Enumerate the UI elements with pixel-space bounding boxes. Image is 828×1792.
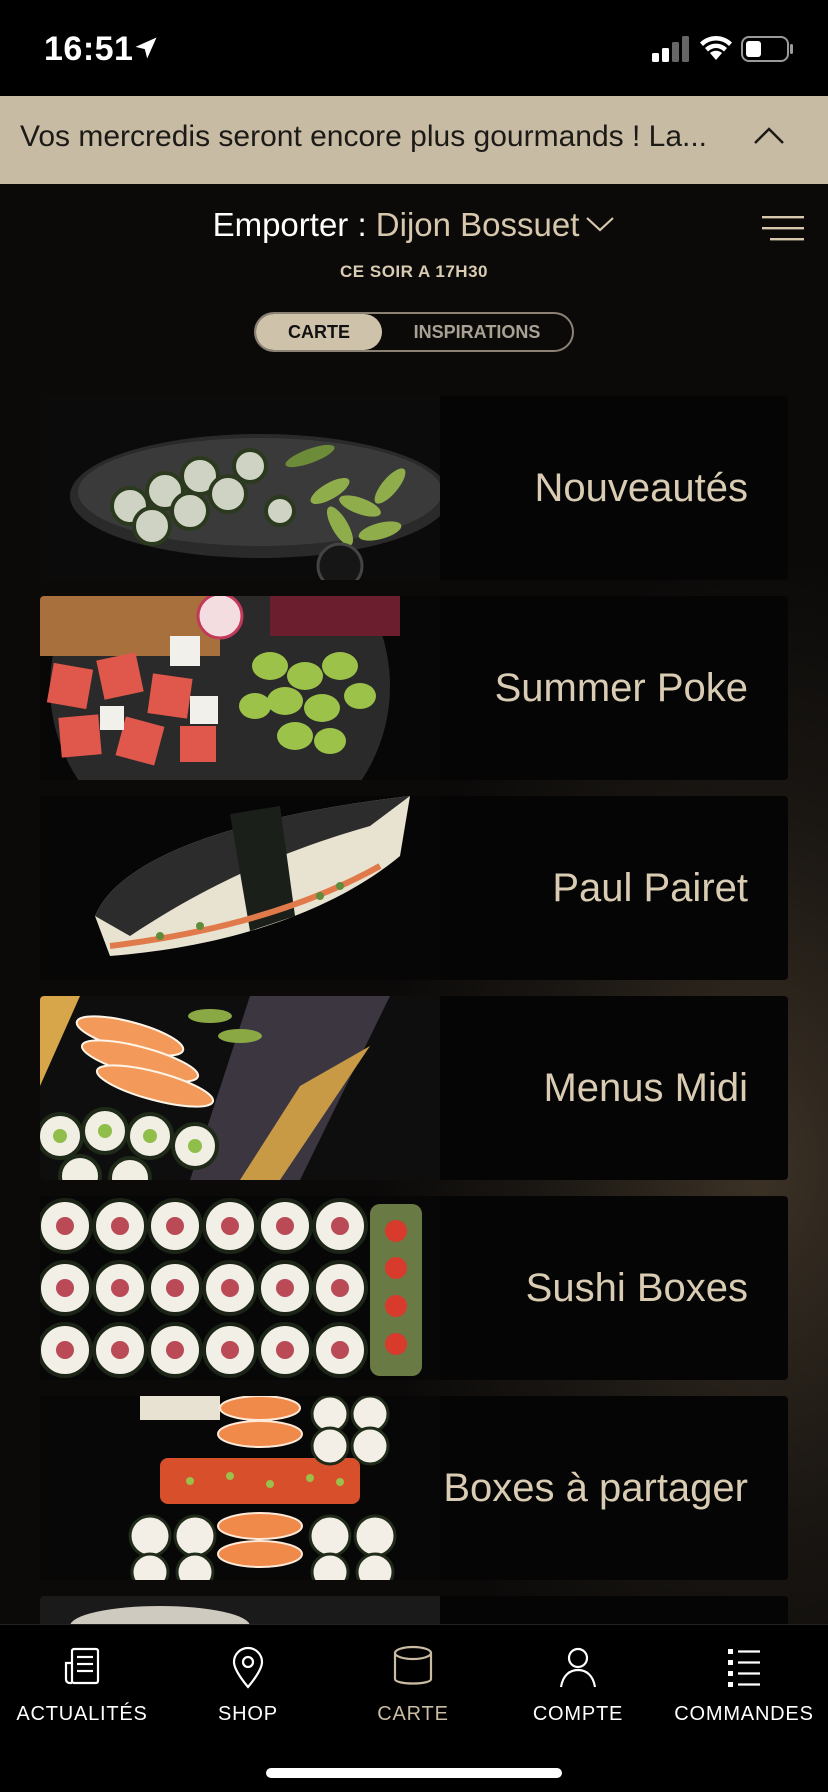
hamburger-menu-icon[interactable] xyxy=(762,214,804,242)
tab-actualites[interactable]: ACTUALITÉS xyxy=(2,1643,162,1726)
category-summer-poke[interactable]: Summer Poke xyxy=(40,596,788,780)
category-sushi-boxes[interactable]: Sushi Boxes xyxy=(40,1196,788,1380)
tab-carte[interactable]: CARTE xyxy=(333,1643,493,1726)
list-icon xyxy=(728,1649,760,1687)
category-image xyxy=(40,796,440,980)
cup-icon xyxy=(393,1645,433,1685)
chevron-up-icon[interactable] xyxy=(752,124,786,146)
order-mode-label: Emporter : xyxy=(212,206,376,243)
tab-carte[interactable]: CARTE xyxy=(256,314,382,350)
tab-label: CARTE xyxy=(377,1703,449,1725)
map-pin-icon xyxy=(232,1646,264,1689)
category-label: Summer Poke xyxy=(494,665,748,710)
category-partial[interactable] xyxy=(40,1596,788,1626)
chevron-down-icon[interactable] xyxy=(585,214,615,234)
location-arrow-icon xyxy=(135,37,157,59)
status-time: 16:51 xyxy=(44,30,134,68)
category-label: Paul Pairet xyxy=(552,865,748,910)
category-paul-pairet[interactable]: Paul Pairet xyxy=(40,796,788,980)
tab-label: COMPTE xyxy=(532,1703,624,1725)
user-icon xyxy=(559,1647,597,1688)
category-image xyxy=(40,596,440,780)
tab-commandes[interactable]: COMMANDES xyxy=(664,1643,824,1726)
announcement-banner[interactable]: Vos mercredis seront encore plus gourman… xyxy=(0,96,828,184)
category-label: Boxes à partager xyxy=(443,1465,748,1510)
category-menus-midi[interactable]: Menus Midi xyxy=(40,996,788,1180)
status-bar: 16:51 xyxy=(0,0,828,96)
store-selector[interactable]: Emporter : Dijon Bossuet xyxy=(0,206,828,244)
tab-label: ACTUALITÉS xyxy=(16,1703,148,1725)
news-icon xyxy=(64,1647,100,1685)
pickup-time: CE SOIR A 17H30 xyxy=(340,262,488,281)
category-boxes-a-partager[interactable]: Boxes à partager xyxy=(40,1396,788,1580)
category-label: Menus Midi xyxy=(543,1065,748,1110)
bottom-tab-bar: ACTUALITÉS SHOP CARTE COMPTE COMMANDES xyxy=(0,1624,828,1792)
tab-label: SHOP xyxy=(218,1703,278,1725)
tab-inspirations[interactable]: INSPIRATIONS xyxy=(382,314,572,350)
battery-icon xyxy=(741,36,793,62)
category-image xyxy=(40,1196,440,1380)
category-image xyxy=(40,1396,440,1580)
category-image xyxy=(40,396,440,580)
segmented-control: CARTE INSPIRATIONS xyxy=(254,312,574,352)
category-label: Sushi Boxes xyxy=(525,1265,748,1310)
banner-text: Vos mercredis seront encore plus gourman… xyxy=(20,120,708,153)
signal-icon xyxy=(652,36,689,62)
wifi-icon xyxy=(700,36,732,60)
category-nouveautes[interactable]: Nouveautés xyxy=(40,396,788,580)
category-label: Nouveautés xyxy=(534,465,748,510)
category-image xyxy=(40,1596,440,1626)
category-image xyxy=(40,996,440,1180)
home-indicator[interactable] xyxy=(266,1768,562,1778)
tab-label: COMMANDES xyxy=(674,1703,814,1725)
tab-compte[interactable]: COMPTE xyxy=(498,1643,658,1726)
tab-shop[interactable]: SHOP xyxy=(168,1643,328,1726)
store-name[interactable]: Dijon Bossuet xyxy=(376,206,580,243)
